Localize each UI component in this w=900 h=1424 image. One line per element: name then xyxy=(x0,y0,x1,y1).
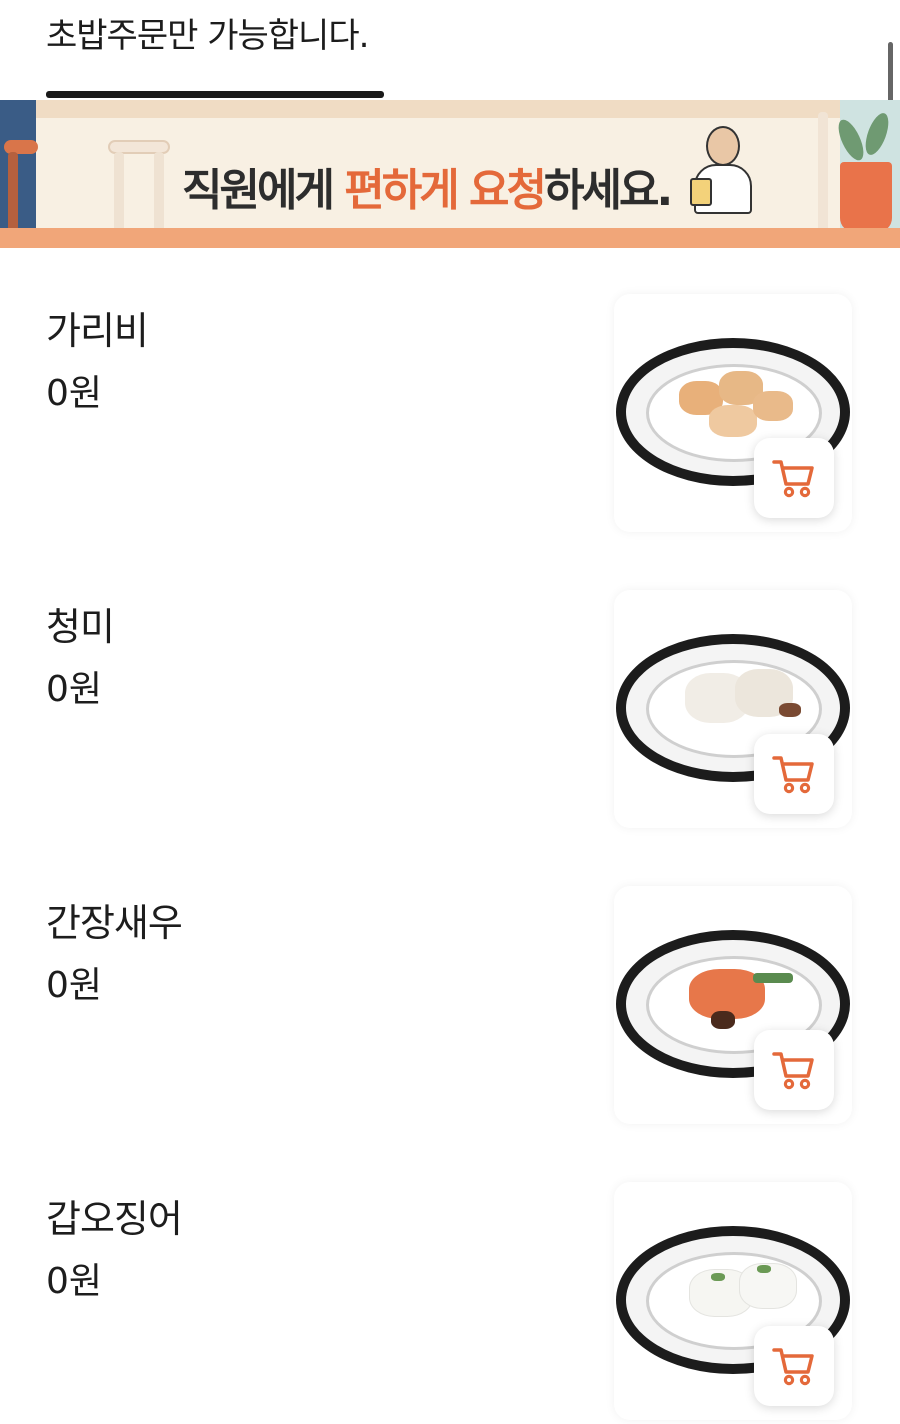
menu-item[interactable]: 간장새우 0원 xyxy=(0,886,900,1187)
item-price: 0원 xyxy=(46,1261,103,1302)
stool-icon xyxy=(108,140,170,242)
banner-title: 직원에게 편하게 요청하세요. xyxy=(182,154,673,218)
add-to-cart-button[interactable] xyxy=(754,1326,834,1406)
notice-underline xyxy=(46,91,384,98)
item-name: 가리비 xyxy=(46,309,149,353)
banner-text-1: 직원에게 xyxy=(182,165,345,216)
item-price: 0원 xyxy=(46,373,103,414)
cart-icon xyxy=(772,1348,814,1386)
banner-table-illustration xyxy=(0,100,900,118)
item-price: 0원 xyxy=(46,965,103,1006)
cart-icon xyxy=(772,460,814,498)
cart-icon xyxy=(772,1052,814,1090)
add-to-cart-button[interactable] xyxy=(754,1030,834,1110)
menu-item[interactable]: 청미 0원 xyxy=(0,590,900,891)
cart-icon xyxy=(772,756,814,794)
plant-icon xyxy=(840,162,892,232)
banner-text-5: 하세요. xyxy=(544,165,673,216)
add-to-cart-button[interactable] xyxy=(754,438,834,518)
item-name: 청미 xyxy=(46,605,115,649)
add-to-cart-button[interactable] xyxy=(754,734,834,814)
menu-item[interactable]: 갑오징어 0원 xyxy=(0,1182,900,1424)
banner-floor xyxy=(0,228,900,248)
notice-text: 초밥주문만 가능합니다. xyxy=(46,16,369,56)
menu-item[interactable]: 가리비 0원 xyxy=(0,294,900,595)
banner-text-2: 편하게 xyxy=(344,165,459,216)
banner-text-3 xyxy=(457,165,469,216)
request-staff-banner: 직원에게 편하게 요청하세요. xyxy=(0,100,900,248)
item-name: 갑오징어 xyxy=(46,1197,183,1241)
stool-icon xyxy=(808,112,838,240)
banner-text-4: 요청 xyxy=(469,165,547,216)
item-price: 0원 xyxy=(46,669,103,710)
staff-illustration-icon xyxy=(690,126,760,218)
item-name: 간장새우 xyxy=(46,901,183,945)
stool-icon xyxy=(4,140,38,242)
